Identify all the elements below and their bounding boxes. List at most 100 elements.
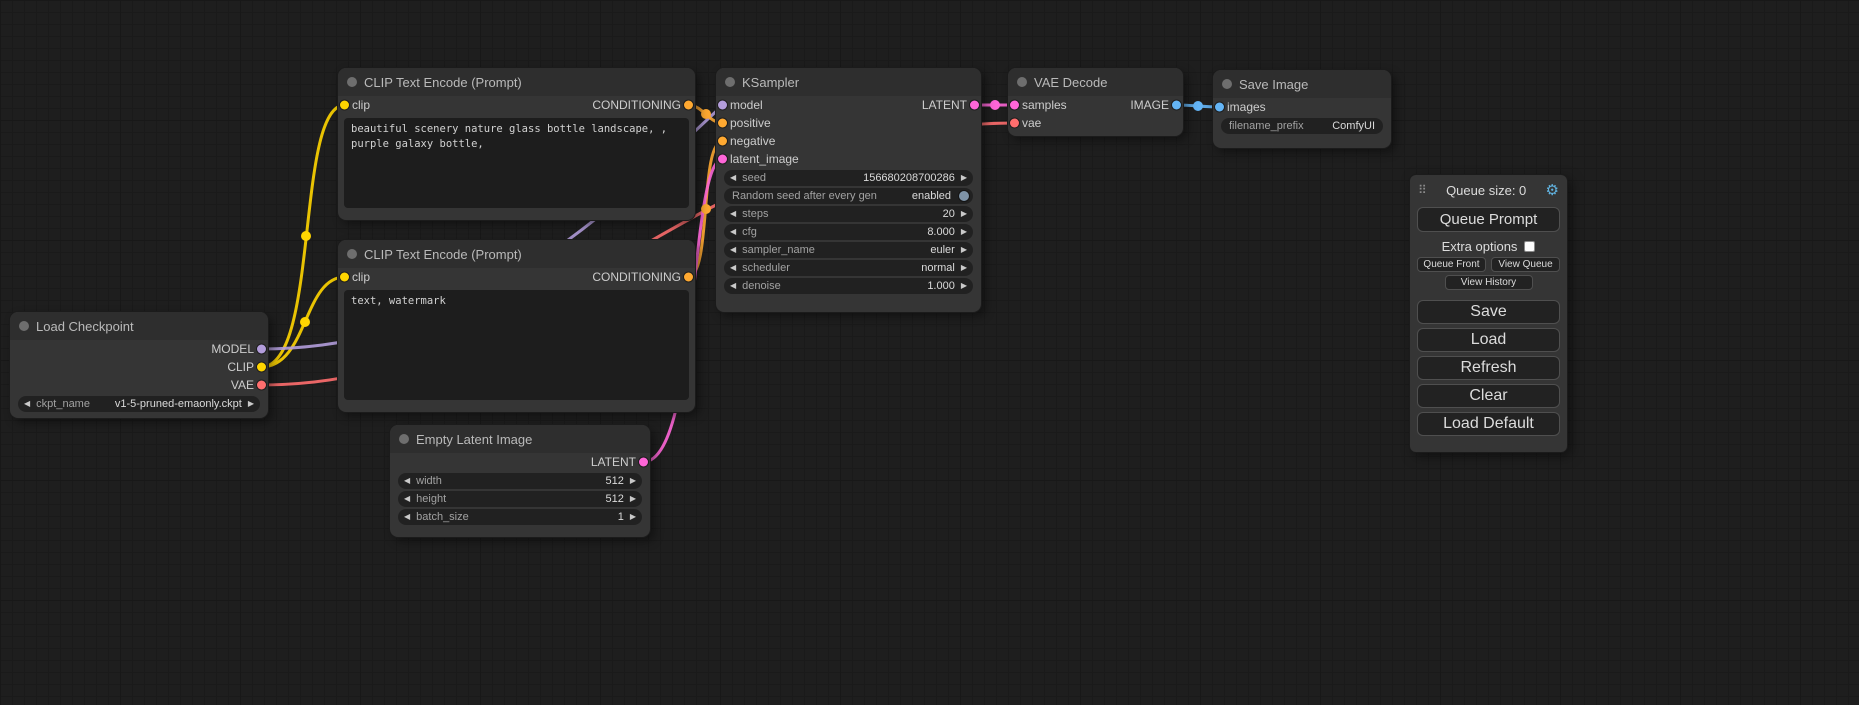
input-slot-samples[interactable] — [1010, 101, 1019, 110]
increment-arrow-icon[interactable]: ▶ — [630, 495, 636, 503]
refresh-button[interactable]: Refresh — [1417, 356, 1560, 380]
increment-arrow-icon[interactable]: ▶ — [630, 513, 636, 521]
output-label-conditioning: CONDITIONING — [592, 98, 681, 112]
collapse-dot-icon[interactable] — [347, 77, 357, 87]
input-slot-latent-image[interactable] — [718, 155, 727, 164]
node-graph-canvas[interactable]: Load Checkpoint MODEL CLIP VAE ◀ ckpt_na… — [0, 0, 1859, 705]
load-button[interactable]: Load — [1417, 328, 1560, 352]
output-slot-vae[interactable] — [257, 381, 266, 390]
collapse-dot-icon[interactable] — [19, 321, 29, 331]
decrement-arrow-icon[interactable]: ◀ — [404, 477, 410, 485]
node-title-bar[interactable]: VAE Decode — [1008, 68, 1183, 96]
drag-handle-icon[interactable]: ⠿ — [1418, 183, 1427, 197]
node-ksampler[interactable]: KSampler model LATENT positive negative … — [716, 68, 981, 312]
decrement-arrow-icon[interactable]: ◀ — [730, 174, 736, 182]
node-title-bar[interactable]: CLIP Text Encode (Prompt) — [338, 240, 695, 268]
decrement-arrow-icon[interactable]: ◀ — [730, 210, 736, 218]
output-row-vae: VAE — [10, 376, 268, 394]
decrement-arrow-icon[interactable]: ◀ — [404, 495, 410, 503]
input-label-samples: samples — [1022, 98, 1067, 112]
input-slot-negative[interactable] — [718, 137, 727, 146]
queue-front-button[interactable]: Queue Front — [1417, 257, 1486, 272]
node-title-bar[interactable]: Empty Latent Image — [390, 425, 650, 453]
input-slot-positive[interactable] — [718, 119, 727, 128]
increment-arrow-icon[interactable]: ▶ — [248, 400, 254, 408]
link-midpoint-dot — [701, 109, 711, 119]
height-widget[interactable]: ◀ height 512 ▶ — [398, 491, 642, 507]
output-slot-conditioning[interactable] — [684, 273, 693, 282]
output-row-model: MODEL — [10, 340, 268, 358]
ckpt-name-widget[interactable]: ◀ ckpt_name v1-5-pruned-emaonly.ckpt ▶ — [18, 396, 260, 412]
slot-row-vae: vae — [1008, 114, 1183, 132]
decrement-arrow-icon[interactable]: ◀ — [730, 246, 736, 254]
input-slot-vae[interactable] — [1010, 119, 1019, 128]
node-title-bar[interactable]: CLIP Text Encode (Prompt) — [338, 68, 695, 96]
output-slot-clip[interactable] — [257, 363, 266, 372]
increment-arrow-icon[interactable]: ▶ — [630, 477, 636, 485]
seed-widget[interactable]: ◀ seed 156680208700286 ▶ — [724, 170, 973, 186]
node-title: CLIP Text Encode (Prompt) — [364, 75, 522, 90]
collapse-dot-icon[interactable] — [347, 249, 357, 259]
denoise-widget[interactable]: ◀ denoise 1.000 ▶ — [724, 278, 973, 294]
view-queue-button[interactable]: View Queue — [1491, 257, 1560, 272]
output-slot-latent[interactable] — [970, 101, 979, 110]
increment-arrow-icon[interactable]: ▶ — [961, 264, 967, 272]
output-row-clip: CLIP — [10, 358, 268, 376]
collapse-dot-icon[interactable] — [399, 434, 409, 444]
node-clip-text-encode-positive[interactable]: CLIP Text Encode (Prompt) clip CONDITION… — [338, 68, 695, 220]
width-widget[interactable]: ◀ width 512 ▶ — [398, 473, 642, 489]
filename-prefix-widget[interactable]: filename_prefix ComfyUI — [1221, 118, 1383, 134]
prompt-textarea[interactable]: beautiful scenery nature glass bottle la… — [344, 118, 689, 208]
input-slot-images[interactable] — [1215, 103, 1224, 112]
input-slot-clip[interactable] — [340, 101, 349, 110]
decrement-arrow-icon[interactable]: ◀ — [404, 513, 410, 521]
slot-row-images: images — [1213, 98, 1391, 116]
node-title-bar[interactable]: Load Checkpoint — [10, 312, 268, 340]
random-seed-widget[interactable]: Random seed after every gen enabled — [724, 188, 973, 204]
scheduler-widget[interactable]: ◀ scheduler normal ▶ — [724, 260, 973, 276]
widget-value: 512 — [605, 475, 623, 487]
steps-widget[interactable]: ◀ steps 20 ▶ — [724, 206, 973, 222]
input-slot-clip[interactable] — [340, 273, 349, 282]
queue-prompt-button[interactable]: Queue Prompt — [1417, 207, 1560, 232]
output-slot-model[interactable] — [257, 345, 266, 354]
increment-arrow-icon[interactable]: ▶ — [961, 246, 967, 254]
link-midpoint-dot — [1193, 101, 1203, 111]
sampler-name-widget[interactable]: ◀ sampler_name euler ▶ — [724, 242, 973, 258]
increment-arrow-icon[interactable]: ▶ — [961, 174, 967, 182]
increment-arrow-icon[interactable]: ▶ — [961, 228, 967, 236]
node-load-checkpoint[interactable]: Load Checkpoint MODEL CLIP VAE ◀ ckpt_na… — [10, 312, 268, 418]
output-slot-conditioning[interactable] — [684, 101, 693, 110]
input-label-model: model — [730, 98, 763, 112]
node-title-bar[interactable]: KSampler — [716, 68, 981, 96]
node-empty-latent-image[interactable]: Empty Latent Image LATENT ◀ width 512 ▶ … — [390, 425, 650, 537]
node-vae-decode[interactable]: VAE Decode samples IMAGE vae — [1008, 68, 1183, 136]
input-slot-model[interactable] — [718, 101, 727, 110]
clear-button[interactable]: Clear — [1417, 384, 1560, 408]
cfg-widget[interactable]: ◀ cfg 8.000 ▶ — [724, 224, 973, 240]
increment-arrow-icon[interactable]: ▶ — [961, 210, 967, 218]
increment-arrow-icon[interactable]: ▶ — [961, 282, 967, 290]
extra-options-checkbox[interactable] — [1524, 241, 1535, 252]
decrement-arrow-icon[interactable]: ◀ — [730, 282, 736, 290]
toggle-ball-icon[interactable] — [959, 191, 969, 201]
collapse-dot-icon[interactable] — [725, 77, 735, 87]
node-clip-text-encode-negative[interactable]: CLIP Text Encode (Prompt) clip CONDITION… — [338, 240, 695, 412]
save-button[interactable]: Save — [1417, 300, 1560, 324]
decrement-arrow-icon[interactable]: ◀ — [24, 400, 30, 408]
settings-gear-icon[interactable]: ⚙ — [1546, 181, 1559, 199]
decrement-arrow-icon[interactable]: ◀ — [730, 264, 736, 272]
decrement-arrow-icon[interactable]: ◀ — [730, 228, 736, 236]
output-slot-image[interactable] — [1172, 101, 1181, 110]
view-history-button[interactable]: View History — [1445, 275, 1533, 290]
node-title-bar[interactable]: Save Image — [1213, 70, 1391, 98]
node-save-image[interactable]: Save Image images filename_prefix ComfyU… — [1213, 70, 1391, 148]
output-slot-latent[interactable] — [639, 458, 648, 467]
batch-size-widget[interactable]: ◀ batch_size 1 ▶ — [398, 509, 642, 525]
collapse-dot-icon[interactable] — [1222, 79, 1232, 89]
slot-row-samples-image: samples IMAGE — [1008, 96, 1183, 114]
load-default-button[interactable]: Load Default — [1417, 412, 1560, 436]
prompt-textarea[interactable]: text, watermark — [344, 290, 689, 400]
widget-value: 512 — [605, 493, 623, 505]
collapse-dot-icon[interactable] — [1017, 77, 1027, 87]
